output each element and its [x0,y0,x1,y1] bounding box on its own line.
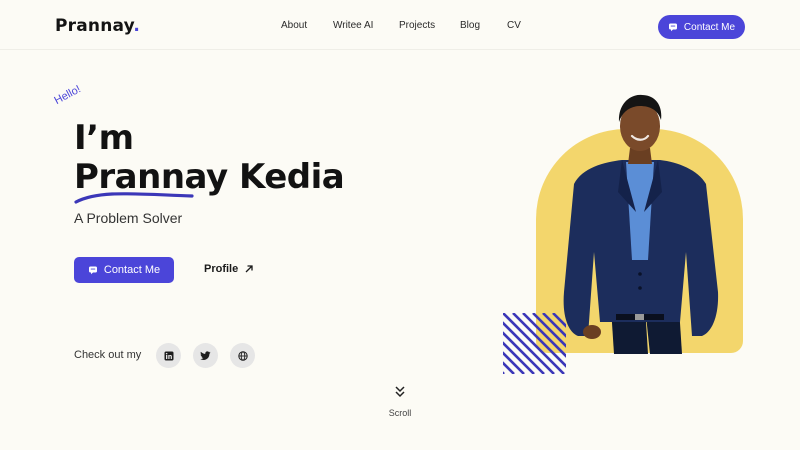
chat-icon [88,266,97,275]
social-label: Check out my [74,349,142,361]
brand-logo[interactable]: Prannay. [55,16,140,36]
hero-last-name: Kedia [238,157,345,197]
name-underline-stroke [74,192,194,204]
globe-icon [237,350,248,361]
profile-photo [563,94,719,354]
twitter-icon [200,350,211,360]
arrow-up-right-icon [245,265,253,273]
hero-heading-line1: I’m [74,118,134,158]
nav-link-projects[interactable]: Projects [399,20,460,31]
hero-tagline: A Problem Solver [74,210,183,226]
profile-link[interactable]: Profile [204,263,254,275]
double-chevron-down-icon [395,386,405,398]
nav-link-blog[interactable]: Blog [460,20,507,31]
hero-contact-button[interactable]: Contact Me [74,257,174,283]
nav-link-writee-ai[interactable]: Writee AI [333,20,399,31]
linkedin-icon [164,351,173,360]
top-navbar: Prannay. About Writee AI Projects Blog C… [0,0,800,50]
profile-label: Profile [204,263,239,275]
striped-decoration [503,313,566,374]
hero-greeting: Hello! [52,83,83,107]
nav-links: About Writee AI Projects Blog CV [281,20,521,31]
nav-link-cv[interactable]: CV [507,20,521,31]
nav-link-about[interactable]: About [281,20,333,31]
nav-contact-button[interactable]: Contact Me [658,15,745,39]
linkedin-link[interactable] [156,343,181,368]
nav-contact-label: Contact Me [683,21,736,33]
chat-icon [668,23,677,32]
website-link[interactable] [230,343,255,368]
twitter-link[interactable] [193,343,218,368]
scroll-label: Scroll [388,408,412,418]
hero-contact-label: Contact Me [103,264,161,276]
scroll-indicator[interactable]: Scroll [385,385,415,418]
